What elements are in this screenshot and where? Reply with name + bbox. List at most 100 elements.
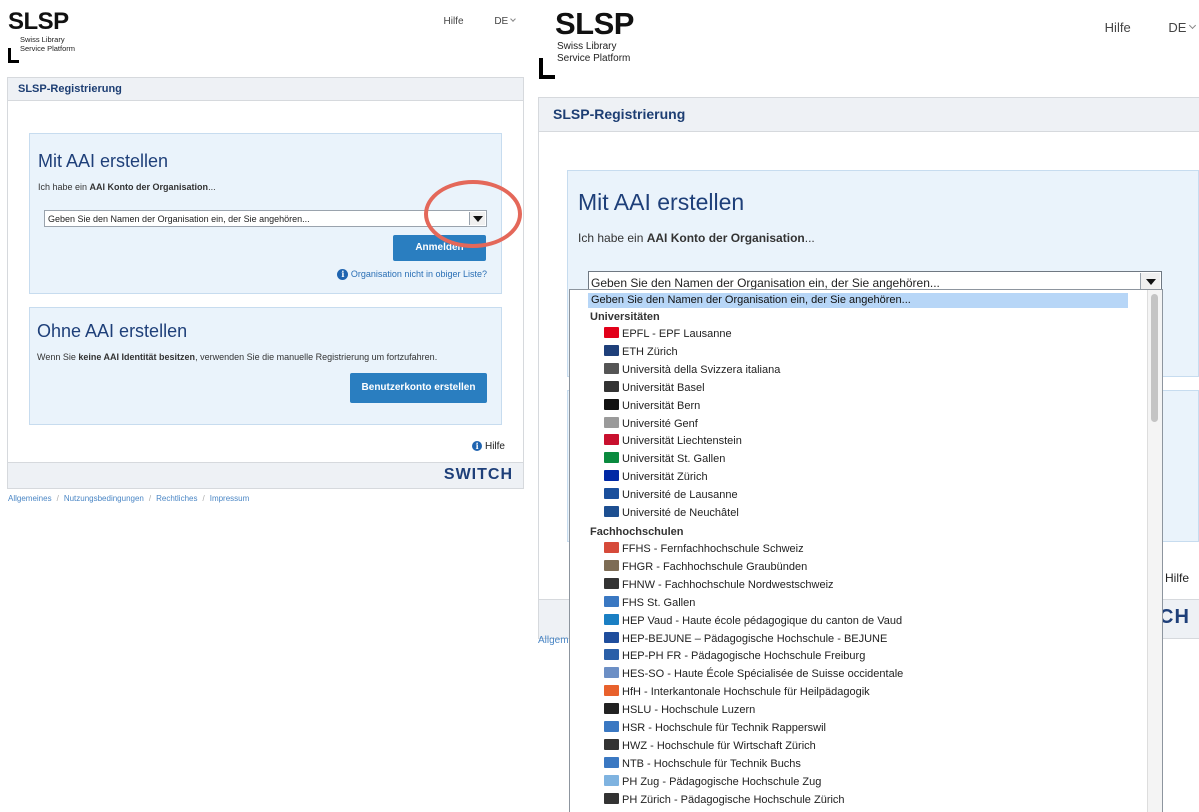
- help-link-peek[interactable]: Hilfe: [1165, 571, 1189, 585]
- registration-header: SLSP-Registrierung: [539, 98, 1199, 132]
- logo-sub2: Service Platform: [20, 43, 76, 53]
- usi-logo-icon: [604, 362, 619, 374]
- organisation-dropdown-list[interactable]: Geben Sie den Namen der Organisation ein…: [569, 289, 1163, 812]
- help-link[interactable]: i Hilfe: [472, 441, 505, 452]
- dropdown-option-label: ETH Zürich: [622, 345, 678, 358]
- info-icon: i: [472, 441, 483, 452]
- dropdown-option-label: FFHS - Fernfachhochschule Schweiz: [622, 543, 804, 555]
- dropdown-option[interactable]: HSLU - Hochschule Luzern: [604, 703, 755, 718]
- no-aai-title: Ohne AAI erstellen: [37, 321, 188, 341]
- footer-link-impressum[interactable]: Impressum: [210, 494, 250, 503]
- switch-logo[interactable]: SWITCH: [444, 466, 513, 484]
- dropdown-option-placeholder[interactable]: Geben Sie den Namen der Organisation ein…: [588, 293, 1128, 308]
- group-universitaeten: Universitäten: [590, 311, 660, 323]
- dropdown-option[interactable]: EPFL - EPF Lausanne: [604, 327, 732, 342]
- hsr-logo-icon: [604, 721, 619, 732]
- footer-link-rechtliches[interactable]: Rechtliches: [156, 494, 197, 503]
- dropdown-option[interactable]: FFHS - Fernfachhochschule Schweiz: [604, 542, 804, 557]
- aai-desc-text: Ich habe ein: [578, 231, 647, 245]
- dropdown-option[interactable]: Université Genf: [604, 416, 698, 432]
- chevron-down-icon: [510, 16, 516, 22]
- registration-box: SLSP-Registrierung Mit AAI erstellen Ich…: [7, 77, 524, 489]
- left-screenshot: SLSP Swiss Library Service Platform Hilf…: [0, 0, 525, 812]
- dropdown-option[interactable]: FHS St. Gallen: [604, 595, 695, 611]
- dropdown-option[interactable]: Universität Bern: [604, 398, 701, 414]
- dropdown-option[interactable]: Université de Neuchâtel: [604, 506, 739, 521]
- hes-so-logo-icon: [604, 667, 619, 679]
- info-icon: i: [337, 269, 349, 281]
- slsp-logo[interactable]: SLSP Swiss Library Service Platform: [8, 8, 76, 63]
- fhgr-logo-icon: [604, 559, 619, 571]
- aai-desc-bold: AAI Konto der Organisation: [646, 231, 805, 245]
- dropdown-option-label: HEP-PH FR - Pädagogische Hochschule Frei…: [622, 650, 866, 663]
- chevron-down-icon: [1188, 21, 1197, 30]
- registration-header: SLSP-Registrierung: [8, 78, 523, 101]
- footer-link-allgemeines[interactable]: Allgemeines: [8, 494, 52, 503]
- dropdown-option-label: Universität Liechtenstein: [622, 435, 742, 448]
- create-account-button[interactable]: Benutzerkonto erstellen: [350, 373, 487, 403]
- dropdown-option-label: HES-SO - Haute École Spécialisée de Suis…: [622, 668, 904, 681]
- dropdown-option[interactable]: HfH - Interkantonale Hochschule für Heil…: [604, 685, 870, 700]
- aai-desc-suffix: ...: [208, 182, 216, 192]
- nav-help-link[interactable]: Hilfe: [444, 16, 464, 27]
- dropdown-option[interactable]: Université de Lausanne: [604, 488, 738, 503]
- no-aai-desc-bold: keine AAI Identität besitzen: [78, 352, 196, 362]
- organisation-not-listed-link[interactable]: i Organisation nicht in obiger Liste?: [337, 269, 487, 281]
- dropdown-option[interactable]: ETH Zürich: [604, 344, 678, 360]
- dropdown-option-label: EPFL - EPF Lausanne: [622, 328, 732, 340]
- aai-description: Ich habe ein AAI Konto der Organisation.…: [578, 231, 815, 245]
- not-listed-label: Organisation nicht in obiger Liste?: [350, 269, 487, 279]
- group-fachhochschulen: Fachhochschulen: [590, 526, 684, 538]
- aai-title: Mit AAI erstellen: [38, 151, 169, 171]
- dropdown-option[interactable]: HSR - Hochschule für Technik Rapperswil: [604, 721, 826, 736]
- language-label: DE: [494, 16, 509, 27]
- logo-wordmark: SLSP: [555, 6, 634, 41]
- switch-logo-peek[interactable]: CH: [1159, 606, 1190, 629]
- dropdown-option[interactable]: HEP Vaud - Haute école pédagogique du ca…: [604, 613, 903, 629]
- dropdown-option[interactable]: Universität Zürich: [604, 470, 708, 485]
- logo-wordmark: SLSP: [8, 8, 69, 35]
- ffhs-logo-icon: [604, 542, 619, 553]
- dropdown-option[interactable]: HEP-PH FR - Pädagogische Hochschule Frei…: [604, 649, 865, 664]
- dropdown-option[interactable]: HES-SO - Haute École Spécialisée de Suis…: [604, 667, 903, 682]
- dropdown-option[interactable]: NTB - Hochschule für Technik Buchs: [604, 756, 801, 772]
- unil-logo-icon: [604, 488, 619, 500]
- uzh-logo-icon: [604, 470, 619, 482]
- nav-help-link[interactable]: Hilfe: [1105, 20, 1131, 35]
- aai-title: Mit AAI erstellen: [578, 189, 745, 215]
- logo-sub2: Service Platform: [557, 52, 631, 64]
- dropdown-option[interactable]: HWZ - Hochschule für Wirtschaft Zürich: [604, 738, 816, 754]
- dropdown-option[interactable]: PH Zürich - Pädagogische Hochschule Züri…: [604, 792, 845, 808]
- dropdown-scrollbar[interactable]: [1147, 290, 1162, 812]
- dropdown-option[interactable]: Universität Liechtenstein: [604, 434, 742, 449]
- dropdown-option[interactable]: FHNW - Fachhochschule Nordwestschweiz: [604, 577, 834, 593]
- dropdown-option[interactable]: PH Zug - Pädagogische Hochschule Zug: [604, 774, 821, 790]
- dropdown-option[interactable]: FHGR - Fachhochschule Graubünden: [604, 559, 807, 575]
- dropdown-option-label: Universität Bern: [622, 399, 701, 412]
- aai-desc-text: Ich habe ein: [38, 182, 90, 192]
- dropdown-option-label: HfH - Interkantonale Hochschule für Heil…: [622, 686, 870, 699]
- dropdown-option[interactable]: Universität St. Gallen: [604, 452, 725, 467]
- dropdown-option[interactable]: HEP-BEJUNE – Pädagogische Hochschule - B…: [604, 631, 887, 647]
- footer-link-nutzungsbedingungen[interactable]: Nutzungsbedingungen: [64, 494, 144, 503]
- aai-description: Ich habe ein AAI Konto der Organisation.…: [38, 182, 216, 192]
- organisation-select-value: Geben Sie den Namen der Organisation ein…: [591, 276, 940, 290]
- help-label: Hilfe: [484, 441, 505, 452]
- language-select[interactable]: DE: [1154, 20, 1197, 35]
- dropdown-option-label: HWZ - Hochschule für Wirtschaft Zürich: [622, 739, 816, 752]
- aai-desc-bold: AAI Konto der Organisation: [89, 182, 209, 192]
- hep-bejune-logo-icon: [604, 631, 619, 643]
- aai-desc-suffix: ...: [804, 231, 815, 245]
- dropdown-option[interactable]: Università della Svizzera italiana: [604, 362, 780, 378]
- language-select[interactable]: DE: [480, 16, 516, 27]
- scrollbar-thumb[interactable]: [1151, 294, 1158, 422]
- dropdown-option-label: HEP Vaud - Haute école pédagogique du ca…: [622, 614, 903, 627]
- eth-logo-icon: [604, 344, 619, 356]
- basel-logo-icon: [604, 380, 619, 392]
- hep-vaud-logo-icon: [604, 613, 619, 625]
- ntb-logo-icon: [604, 756, 619, 768]
- dropdown-option-label: Université Genf: [622, 417, 698, 430]
- dropdown-option[interactable]: Universität Basel: [604, 380, 705, 396]
- organisation-select[interactable]: Geben Sie den Namen der Organisation ein…: [44, 210, 487, 227]
- slsp-logo[interactable]: SLSP Swiss Library Service Platform: [539, 6, 634, 79]
